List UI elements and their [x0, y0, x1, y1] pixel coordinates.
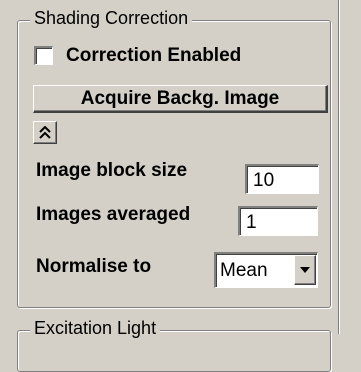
- excitation-light-title: Excitation Light: [30, 318, 161, 338]
- double-chevron-up-icon: [39, 126, 51, 139]
- collapse-button[interactable]: [33, 121, 57, 144]
- window-edge: [338, 0, 361, 334]
- acquire-background-button[interactable]: Acquire Backg. Image: [33, 85, 328, 113]
- correction-enabled-label[interactable]: Correction Enabled: [66, 45, 241, 67]
- images-averaged-label: Images averaged: [36, 204, 191, 225]
- image-block-size-input[interactable]: [245, 164, 319, 194]
- images-averaged-input[interactable]: [238, 206, 318, 236]
- correction-enabled-checkbox[interactable]: [34, 46, 53, 65]
- normalise-to-select[interactable]: Mean: [214, 252, 318, 288]
- image-block-size-label: Image block size: [36, 160, 188, 181]
- dropdown-button[interactable]: [294, 255, 316, 285]
- shading-correction-title: Shading Correction: [30, 8, 193, 28]
- normalise-to-label: Normalise to: [36, 256, 152, 277]
- normalise-to-value: Mean: [220, 260, 268, 281]
- chevron-down-icon: [300, 267, 310, 273]
